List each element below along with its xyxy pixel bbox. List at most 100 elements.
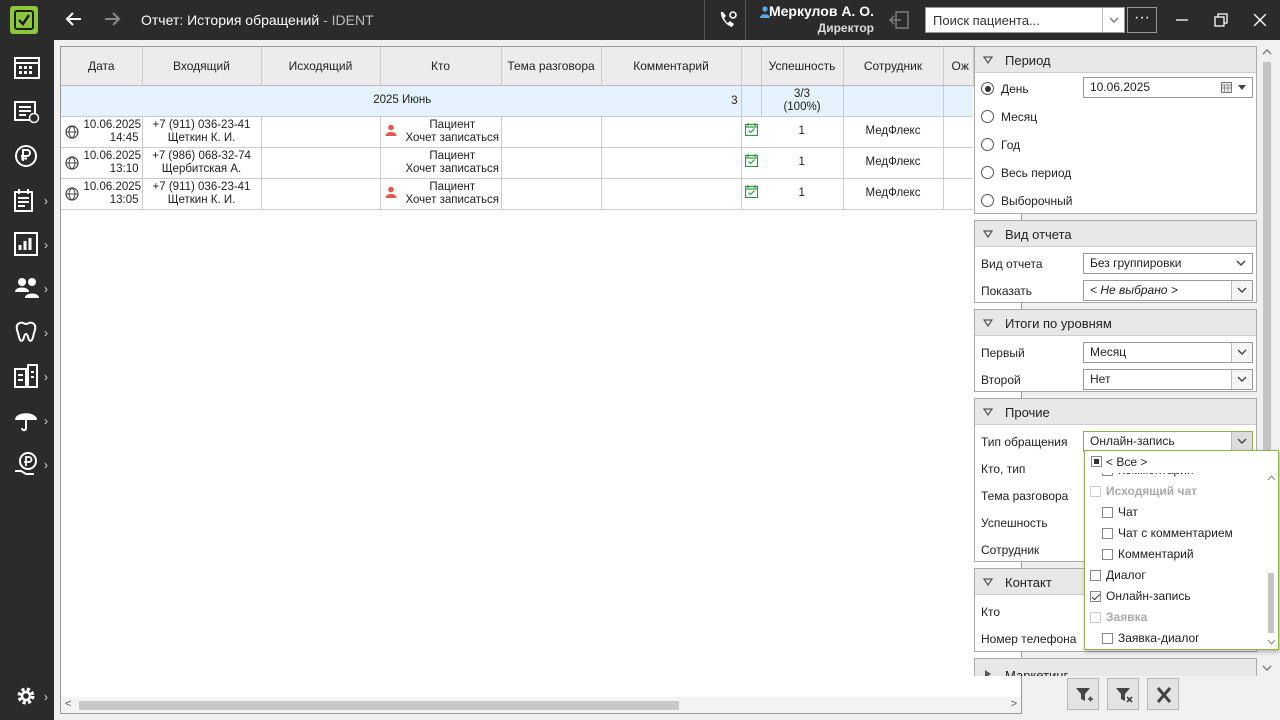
other-header[interactable]: Прочие: [975, 399, 1256, 425]
scroll-left-icon[interactable]: <: [65, 698, 71, 710]
scroll-thumb[interactable]: [1263, 62, 1271, 472]
period-all-radio[interactable]: [981, 166, 994, 179]
user-role: Директор: [817, 21, 874, 35]
contact-type-select[interactable]: Онлайн-запись: [1083, 431, 1253, 452]
dropdown-list: Комментарий Исходящий чат Чат Чат с коммент…: [1085, 473, 1265, 649]
option-checkbox[interactable]: [1090, 570, 1101, 581]
app-logo-icon[interactable]: [10, 6, 38, 34]
first-level-select[interactable]: Месяц: [1083, 342, 1253, 363]
option-checkbox[interactable]: [1102, 633, 1113, 644]
dropdown-option[interactable]: Онлайн-запись: [1090, 589, 1191, 603]
group-success: 3/3 (100%): [761, 85, 844, 117]
period-day-radio[interactable]: [981, 82, 994, 95]
levels-header[interactable]: Итоги по уровням: [975, 310, 1256, 336]
group-row[interactable]: 2025 Июнь 3 3/3 (100%): [61, 85, 973, 117]
col-waiting[interactable]: Ож: [943, 47, 974, 86]
report-view-header[interactable]: Вид отчета: [975, 221, 1256, 247]
col-who[interactable]: Кто: [380, 47, 502, 86]
option-checkbox: [1090, 486, 1101, 497]
scroll-thumb[interactable]: [1268, 573, 1274, 633]
col-incoming[interactable]: Входящий: [142, 47, 262, 86]
restore-icon[interactable]: [1211, 10, 1231, 30]
scroll-down-icon[interactable]: [1262, 664, 1272, 672]
option-checkbox[interactable]: [1102, 549, 1113, 560]
sidebar-reports[interactable]: ›: [0, 224, 54, 264]
more-button[interactable]: ···: [1127, 7, 1157, 33]
clear-filter-button[interactable]: [1107, 678, 1139, 710]
horizontal-scrollbar[interactable]: < >: [61, 697, 1021, 713]
scroll-down-icon[interactable]: [1267, 639, 1276, 645]
logout-icon[interactable]: [888, 9, 912, 31]
calendar-check-icon: [744, 123, 758, 137]
period-date-picker[interactable]: 10.06.2025: [1083, 77, 1253, 98]
col-outgoing[interactable]: Исходящий: [261, 47, 381, 86]
table-row[interactable]: 10.06.2025 13:05 +7 (911) 036-23-41 Щеткин…: [61, 178, 973, 210]
cell-success-icon: [741, 178, 761, 210]
sidebar-schedule[interactable]: [0, 48, 54, 88]
forward-arrow-icon[interactable]: [100, 8, 124, 32]
all-checkbox[interactable]: [1091, 456, 1102, 467]
phone-settings-icon[interactable]: [716, 8, 740, 32]
second-level-select[interactable]: Нет: [1083, 369, 1253, 390]
col-flag[interactable]: [741, 47, 762, 86]
dropdown-option[interactable]: Комментарий: [1102, 473, 1194, 477]
table-row[interactable]: 10.06.2025 13:10 +7 (986) 068-32-74 Щербит…: [61, 147, 973, 179]
scroll-right-icon[interactable]: >: [1011, 698, 1017, 710]
cell-outgoing: [261, 116, 381, 148]
collapse-triangle-icon: [983, 319, 993, 328]
sidebar-settings[interactable]: ›: [0, 676, 54, 716]
cell-success-icon: [741, 147, 761, 179]
dropdown-option[interactable]: Комментарий: [1102, 547, 1194, 561]
period-panel-header[interactable]: Период: [975, 47, 1256, 73]
table-row[interactable]: 10.06.2025 14:45 +7 (911) 036-23-41 Щеткин…: [61, 116, 973, 148]
title-bar: Отчет: История обращений - IDENT Меркуло…: [0, 0, 1280, 40]
sidebar-staff[interactable]: ›: [0, 268, 54, 308]
excel-export-button[interactable]: [1147, 678, 1179, 710]
dropdown-option[interactable]: Чат с комментарием: [1102, 526, 1233, 540]
col-date[interactable]: Дата: [61, 47, 143, 86]
sidebar-warehouse[interactable]: ›: [0, 356, 54, 396]
show-select[interactable]: < Не выбрано >: [1083, 280, 1253, 301]
col-topic[interactable]: Тема разговора: [501, 47, 602, 86]
umbrella-icon: [15, 413, 37, 432]
dropdown-scrollbar[interactable]: [1265, 473, 1278, 649]
scroll-up-icon[interactable]: [1262, 48, 1272, 56]
cell-date: 10.06.2025 13:05: [61, 178, 143, 210]
dropdown-option[interactable]: Чат: [1102, 505, 1138, 519]
period-month-radio[interactable]: [981, 110, 994, 123]
gear-icon: [17, 687, 35, 705]
back-arrow-icon[interactable]: [62, 8, 86, 32]
patient-search-dropdown[interactable]: [1102, 8, 1124, 32]
apply-filter-button[interactable]: [1067, 678, 1099, 710]
patient-search-box[interactable]: [925, 7, 1125, 33]
sidebar-visits[interactable]: [0, 92, 54, 132]
col-employee[interactable]: Сотрудник: [843, 47, 944, 86]
option-checkbox[interactable]: [1102, 507, 1113, 518]
scroll-thumb[interactable]: [79, 701, 679, 710]
minimize-icon[interactable]: [1172, 10, 1192, 30]
period-year-radio[interactable]: [981, 138, 994, 151]
scroll-up-icon[interactable]: [1267, 475, 1276, 481]
marketing-header[interactable]: Маркетинг: [975, 659, 1256, 676]
sidebar-dental[interactable]: ›: [0, 312, 54, 352]
calendar-icon[interactable]: [1221, 82, 1232, 93]
sidebar-documents[interactable]: ›: [0, 180, 54, 220]
option-checkbox[interactable]: [1102, 528, 1113, 539]
report-view-select[interactable]: Без группировки: [1083, 253, 1253, 274]
col-success[interactable]: Успешность: [761, 47, 844, 86]
close-icon[interactable]: [1250, 10, 1270, 30]
cell-who-icon: [380, 116, 401, 148]
dropdown-option[interactable]: Заявка-диалог: [1102, 631, 1200, 645]
patient-search-input[interactable]: [926, 8, 1102, 32]
option-checkbox[interactable]: [1090, 591, 1101, 602]
collapse-triangle-icon: [983, 230, 993, 239]
col-comment[interactable]: Комментарий: [601, 47, 742, 86]
sidebar-finance[interactable]: [0, 136, 54, 176]
ruble-icon: [15, 145, 37, 167]
period-custom-radio[interactable]: [981, 194, 994, 207]
dropdown-option[interactable]: Диалог: [1090, 568, 1146, 582]
option-checkbox[interactable]: [1102, 473, 1113, 476]
sidebar-insurance[interactable]: ›: [0, 400, 54, 440]
current-user[interactable]: Меркулов А. О. Директор: [756, 3, 874, 35]
sidebar-payments[interactable]: ›: [0, 444, 54, 484]
